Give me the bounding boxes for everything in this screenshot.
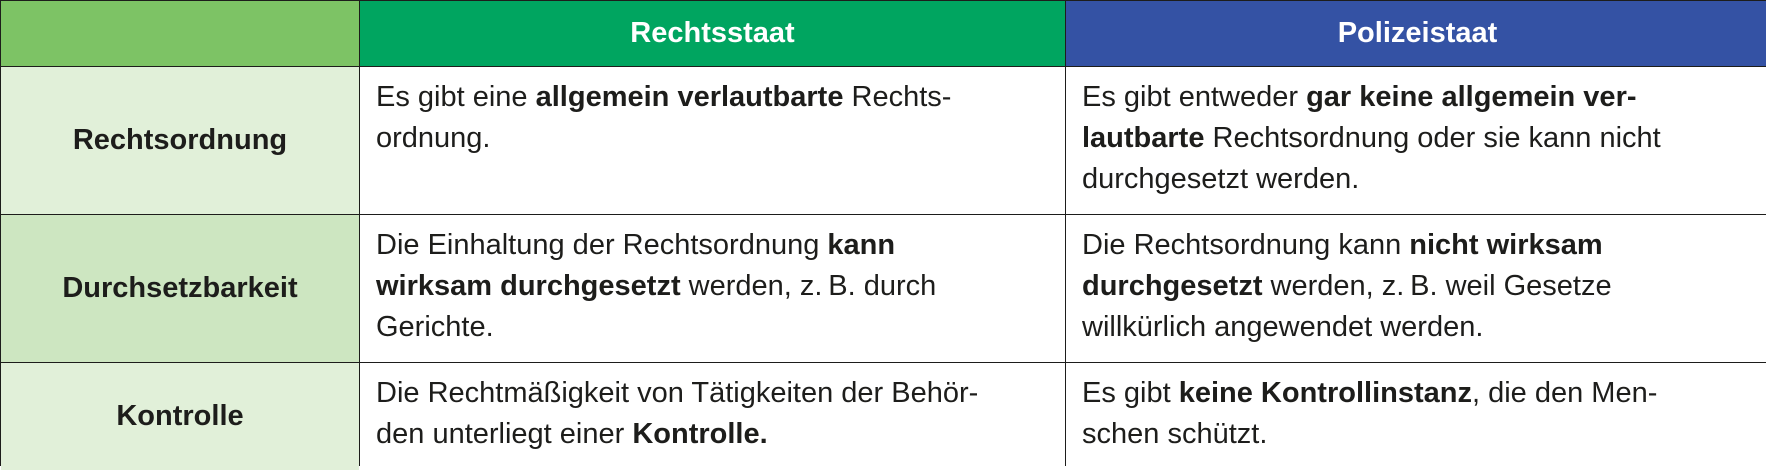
row-header-durchsetzbarkeit: Durchsetzbarkeit [1,215,359,362]
cell-kontrolle-rechtsstaat: Die Rechtmäßigkeit von Tätigkeiten der B… [360,363,1065,470]
text-span: Die Einhaltung der Rechtsordnung [376,229,828,261]
text-span: Die Rechtmäßigkeit von Tätigkeiten der B… [376,377,979,409]
text-span: willkürlich angewendet werden. [1082,311,1484,343]
cell-durchsetzbarkeit-polizeistaat: Die Rechtsordnung kann nicht wirksam dur… [1066,215,1766,362]
bold-text: gar keine allgemein ver- [1306,81,1637,113]
text-line: Es gibt keine Kontrollinstanz, die den M… [1082,373,1753,414]
text-line: schen schützt. [1082,414,1753,455]
bold-text: allgemein verlautbarte [535,81,844,113]
text-span: werden, z. B. weil Gesetze [1262,270,1612,302]
column-header-rechtsstaat: Rechtsstaat [360,1,1065,66]
row-header-kontrolle: Kontrolle [1,363,359,470]
bold-text: keine Kontrollinstanz [1178,377,1472,409]
text-line: durchgesetzt werden, z. B. weil Gesetze [1082,266,1753,307]
text-line: Die Einhaltung der Rechtsordnung kann [376,225,1049,266]
text-span: ordnung. [376,122,491,154]
text-line: Die Rechtsordnung kann nicht wirksam [1082,225,1753,266]
text-line: Die Rechtmäßigkeit von Tätigkeiten der B… [376,373,1049,414]
bold-text: durchgesetzt [1082,270,1263,302]
text-line: wirksam durchgesetzt werden, z. B. durch [376,266,1049,307]
text-span: durchgesetzt werden. [1082,163,1360,195]
text-line: Es gibt entweder gar keine allgemein ver… [1082,77,1753,118]
text-span: den unterliegt einer [376,418,633,450]
text-span: Es gibt [1082,377,1179,409]
text-span: werden, z. B. durch [680,270,937,302]
comparison-table: Rechtsstaat Polizeistaat Rechtsordnung E… [0,0,1766,470]
bold-text: kann [827,229,896,261]
text-span: Die Rechtsordnung kann [1082,229,1410,261]
column-header-polizeistaat: Polizeistaat [1066,1,1766,66]
text-span: , die den Men- [1471,377,1658,409]
bold-text: nicht wirksam [1409,229,1603,261]
text-line: den unterliegt einer Kontrolle. [376,414,1049,455]
text-span: Rechts- [843,81,952,113]
text-span: Es gibt eine [376,81,536,113]
text-span: Gerichte. [376,311,494,343]
text-span: schen schützt. [1082,418,1268,450]
bold-text: Kontrolle. [632,418,768,450]
cell-rechtsordnung-polizeistaat: Es gibt entweder gar keine allgemein ver… [1066,67,1766,214]
cell-kontrolle-polizeistaat: Es gibt keine Kontrollinstanz, die den M… [1066,363,1766,470]
text-line: willkürlich angewendet werden. [1082,307,1753,348]
cell-rechtsordnung-rechtsstaat: Es gibt eine allgemein verlautbarte Rech… [360,67,1065,214]
text-span: Es gibt entweder [1082,81,1307,113]
bold-text: lautbarte [1082,122,1205,154]
text-span: Rechtsordnung oder sie kann nicht [1204,122,1661,154]
row-header-rechtsordnung: Rechtsordnung [1,67,359,214]
table-corner-header [1,1,359,66]
text-line: lautbarte Rechtsordnung oder sie kann ni… [1082,118,1753,159]
cell-durchsetzbarkeit-rechtsstaat: Die Einhaltung der Rechtsordnung kann wi… [360,215,1065,362]
bold-text: wirksam durchgesetzt [376,270,681,302]
text-line: ordnung. [376,118,1049,159]
text-line: Gerichte. [376,307,1049,348]
text-line: Es gibt eine allgemein verlautbarte Rech… [376,77,1049,118]
text-line: durchgesetzt werden. [1082,159,1753,200]
